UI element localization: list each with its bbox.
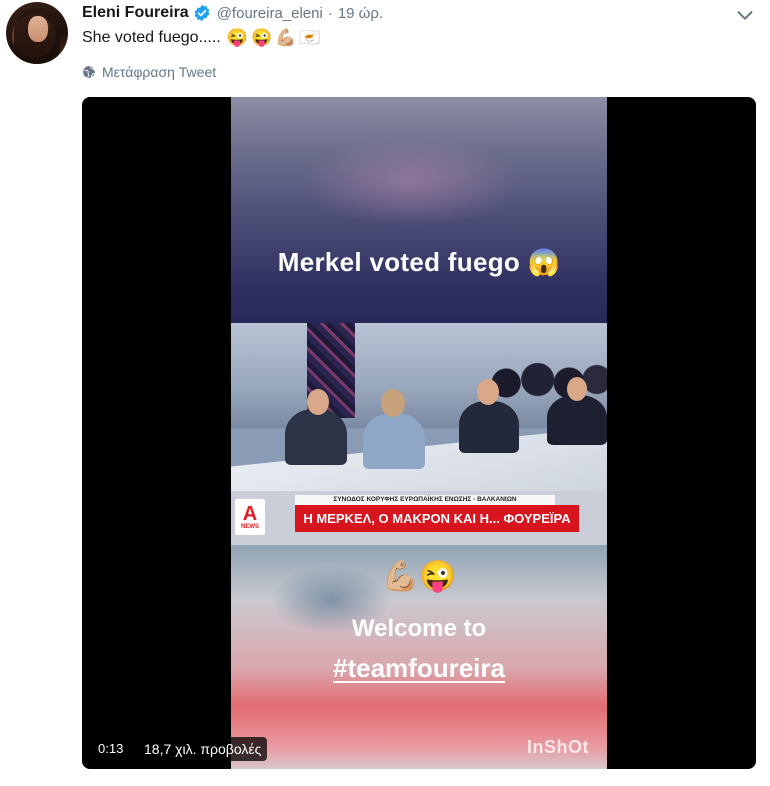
author-name[interactable]: Eleni Foureira <box>82 4 189 22</box>
translate-label: Μετάφραση Tweet <box>102 64 217 80</box>
news-logo-text: NEWS <box>241 524 259 530</box>
person-far-right-head <box>567 377 587 401</box>
verified-icon <box>194 4 210 22</box>
video-caption-merkel: Merkel voted fuego 😱 <box>277 247 561 277</box>
video-views-badge: 18,7 χιλ. προβολές <box>138 737 268 761</box>
tweet-text-content: She voted fuego..... <box>82 29 221 46</box>
translate-tweet-link[interactable]: Μετάφραση Tweet <box>82 64 216 80</box>
person-merkel-head <box>381 389 405 417</box>
video-player[interactable]: Merkel voted fuego 😱 A NEWS ΣΥΝΟΔΟΣ ΚΟΡΥ… <box>82 97 756 769</box>
tweet: Eleni Foureira @foureira_eleni · 19 ώρ. … <box>0 0 770 786</box>
person-left <box>285 409 347 465</box>
person-far-right <box>547 395 607 445</box>
tweet-emojis: 😜 😜 💪🏼 🇨🇾 <box>227 28 321 48</box>
video-top-panel: Merkel voted fuego 😱 <box>231 97 607 323</box>
winking-tongue-emoji: 😜 <box>250 28 273 47</box>
globe-icon <box>83 66 95 78</box>
video-caption-hashtag: #teamfoureira <box>333 653 505 683</box>
inshot-watermark: InShOt <box>527 737 589 757</box>
video-frame: Merkel voted fuego 😱 A NEWS ΣΥΝΟΔΟΣ ΚΟΡΥ… <box>231 97 607 769</box>
avatar[interactable] <box>6 2 68 64</box>
news-headline: Η ΜΕΡΚΕΛ, Ο ΜΑΚΡΟΝ ΚΑΙ Η... ΦΟΥΡΕΪΡΑ <box>295 505 579 532</box>
tweet-header: Eleni Foureira @foureira_eleni · 19 ώρ. <box>82 2 383 24</box>
avatar-face <box>28 16 48 42</box>
tweet-timestamp[interactable]: 19 ώρ. <box>338 5 383 22</box>
chevron-down-icon[interactable] <box>734 4 756 26</box>
news-logo-letter: A <box>242 503 258 525</box>
person-left-head <box>307 389 329 415</box>
video-emoji-row: 💪🏼😜 <box>381 560 457 593</box>
video-top-glow <box>301 137 521 227</box>
news-subheadline: ΣΥΝΟΔΟΣ ΚΟΡΥΦΗΣ ΕΥΡΩΠΑΪΚΗΣ ΕΝΩΣΗΣ - ΒΑΛΚ… <box>295 495 555 505</box>
cyprus-flag-emoji: 🇨🇾 <box>299 28 321 47</box>
video-duration-badge: 0:13 <box>92 737 130 761</box>
winking-tongue-emoji: 😜 <box>226 28 248 47</box>
video-news-panel: A NEWS ΣΥΝΟΔΟΣ ΚΟΡΥΦΗΣ ΕΥΡΩΠΑΪΚΗΣ ΕΝΩΣΗΣ… <box>231 323 607 545</box>
separator-dot: · <box>327 4 333 22</box>
video-caption-welcome: Welcome to <box>351 615 487 642</box>
person-merkel <box>363 413 425 469</box>
tweet-text: She voted fuego..... 😜 😜 💪🏼 🇨🇾 <box>82 28 320 48</box>
news-channel-logo: A NEWS <box>235 499 265 535</box>
person-right-head <box>477 379 499 405</box>
author-handle[interactable]: @foureira_eleni <box>217 5 323 22</box>
person-right <box>459 401 519 453</box>
flexed-biceps-emoji: 💪🏼 <box>275 28 297 47</box>
